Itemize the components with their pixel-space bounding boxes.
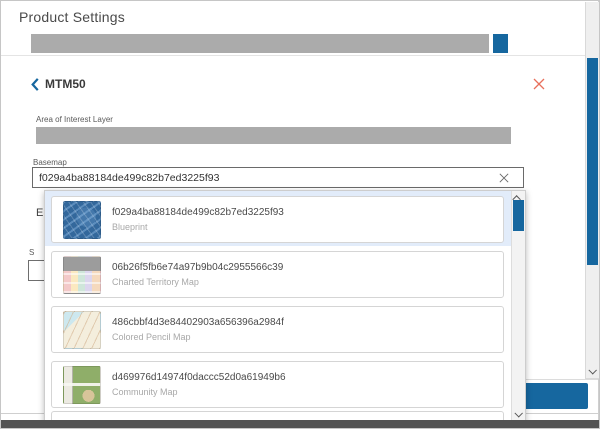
primary-action-button[interactable] (524, 383, 588, 409)
basemap-option-text: 486cbbf4d3e84402903a656396a2984f Colored… (112, 318, 284, 342)
clear-input-icon[interactable] (499, 173, 509, 183)
page-scrollbar[interactable] (585, 2, 599, 379)
basemap-thumbnail (63, 366, 101, 404)
basemap-option[interactable]: f029a4ba88184de499c82b7ed3225f93 Bluepri… (51, 196, 504, 243)
basemap-option-id: d469976d14974f0daccc52d0a61949b6 (112, 373, 286, 383)
basemap-option-name: Colored Pencil Map (112, 333, 284, 342)
basemap-option-name: Blueprint (112, 223, 284, 232)
product-settings-page: Product Settings MTM50 Area of Interest … (0, 0, 600, 429)
basemap-option[interactable]: 486cbbf4d3e84402903a656396a2984f Colored… (51, 306, 504, 353)
page-title: Product Settings (19, 9, 125, 25)
basemap-dropdown-list: f029a4ba88184de499c82b7ed3225f93 Bluepri… (45, 191, 511, 429)
basemap-field-label: Basemap (33, 158, 67, 167)
basemap-input[interactable]: f029a4ba88184de499c82b7ed3225f93 (32, 167, 524, 188)
chevron-left-icon (31, 78, 39, 91)
basemap-option[interactable]: d469976d14974f0daccc52d0a61949b6 Communi… (51, 361, 504, 408)
back-button[interactable]: MTM50 (31, 77, 86, 91)
close-icon[interactable] (531, 76, 546, 91)
scroll-down-icon[interactable] (588, 366, 596, 374)
basemap-option-name: Community Map (112, 388, 286, 397)
basemap-option-id: 06b26f5fb6e74a97b9b04c2955566c39 (112, 263, 283, 273)
header-accent-square (493, 34, 508, 53)
basemap-option-text: 06b26f5fb6e74a97b9b04c2955566c39 Charted… (112, 263, 283, 287)
basemap-thumbnail (63, 311, 101, 349)
aoi-field-redacted-value[interactable] (36, 127, 511, 144)
header-divider (1, 55, 599, 56)
basemap-option-id: f029a4ba88184de499c82b7ed3225f93 (112, 208, 284, 218)
basemap-dropdown: f029a4ba88184de499c82b7ed3225f93 Bluepri… (44, 190, 526, 429)
basemap-thumbnail (63, 256, 101, 294)
scroll-down-icon[interactable] (514, 409, 522, 417)
dropdown-scrollbar[interactable] (511, 191, 525, 429)
basemap-option-text: d469976d14974f0daccc52d0a61949b6 Communi… (112, 373, 286, 397)
window-bottom-edge (1, 420, 599, 429)
page-scrollbar-thumb[interactable] (587, 58, 598, 265)
basemap-option-name: Charted Territory Map (112, 278, 283, 287)
basemap-option[interactable]: 06b26f5fb6e74a97b9b04c2955566c39 Charted… (51, 251, 504, 298)
dropdown-scrollbar-thumb[interactable] (513, 200, 524, 231)
basemap-option-row: d469976d14974f0daccc52d0a61949b6 Communi… (45, 356, 511, 411)
clipped-field-label-e: E (36, 207, 43, 219)
basemap-option-row: 486cbbf4d3e84402903a656396a2984f Colored… (45, 301, 511, 356)
redacted-header-bar (31, 34, 489, 53)
clipped-field-label-s: S (29, 248, 34, 257)
basemap-option-id: 486cbbf4d3e84402903a656396a2984f (112, 318, 284, 328)
basemap-input-value: f029a4ba88184de499c82b7ed3225f93 (39, 172, 499, 184)
basemap-option-row: f029a4ba88184de499c82b7ed3225f93 Bluepri… (45, 191, 511, 246)
basemap-option-text: f029a4ba88184de499c82b7ed3225f93 Bluepri… (112, 208, 284, 232)
panel-title: MTM50 (45, 77, 86, 91)
basemap-thumbnail (63, 201, 101, 239)
basemap-option-row: 06b26f5fb6e74a97b9b04c2955566c39 Charted… (45, 246, 511, 301)
aoi-field-label: Area of Interest Layer (36, 115, 113, 124)
clipped-input-box[interactable] (28, 260, 45, 281)
